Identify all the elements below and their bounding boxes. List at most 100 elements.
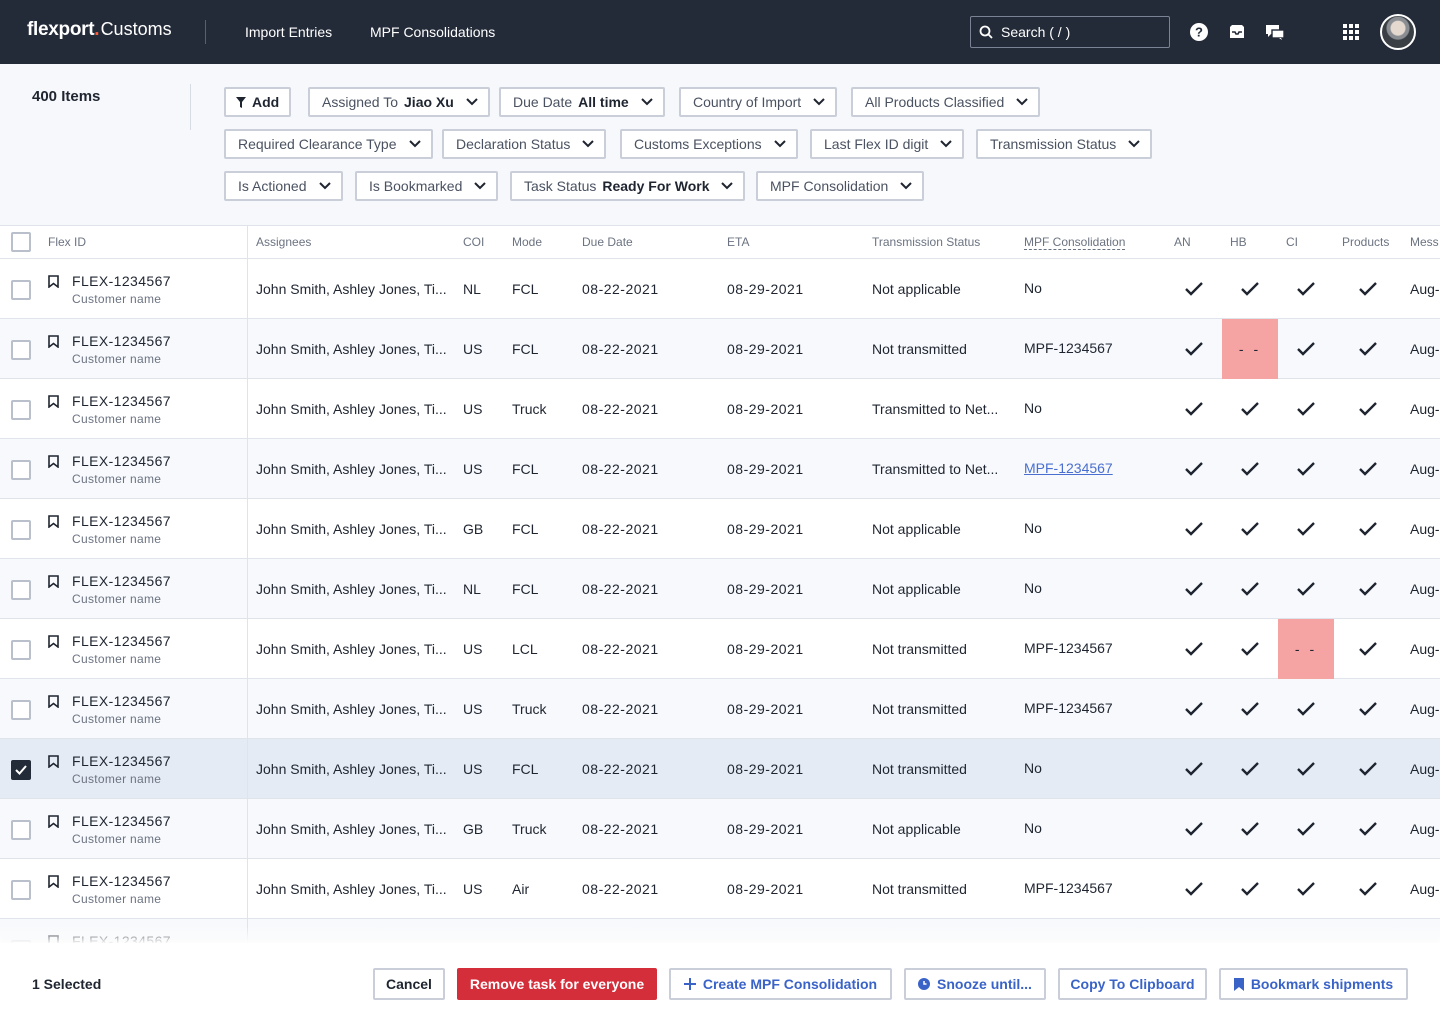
filter-chip-is-actioned[interactable]: Is Actioned (224, 171, 343, 201)
create-mpf-consolidation-button[interactable]: Create MPF Consolidation (669, 968, 892, 1000)
column-header-flex-id[interactable]: Flex ID (48, 235, 86, 249)
column-header-an[interactable]: AN (1174, 235, 1191, 249)
filter-chip-assigned-to[interactable]: Assigned To Jiao Xu (308, 87, 490, 117)
flex-id[interactable]: FLEX-1234567 (72, 813, 171, 829)
filter-chip-all-products-classified[interactable]: All Products Classified (851, 87, 1041, 117)
row-checkbox[interactable] (11, 520, 31, 540)
column-header-eta[interactable]: ETA (727, 235, 749, 249)
search-input[interactable]: Search ( / ) (970, 16, 1170, 48)
bookmark-toggle[interactable] (48, 395, 60, 409)
column-header-transmission-status[interactable]: Transmission Status (872, 235, 980, 249)
filter-chip-country-of-import[interactable]: Country of Import (679, 87, 838, 117)
row-checkbox[interactable] (11, 640, 31, 660)
copy-to-clipboard-button[interactable]: Copy To Clipboard (1058, 968, 1207, 1000)
filter-chip-last-flex-id-digit[interactable]: Last Flex ID digit (810, 129, 965, 159)
row-checkbox[interactable] (11, 880, 31, 900)
plus-icon (683, 978, 696, 990)
table-row[interactable]: FLEX-1234567 Customer name John Smith, Ash… (0, 799, 1440, 859)
flex-id[interactable]: FLEX-1234567 (72, 573, 171, 589)
nav-mpf-consolidations[interactable]: MPF Consolidations (370, 24, 495, 40)
help-icon[interactable]: ? (1189, 22, 1209, 42)
select-all-checkbox[interactable] (11, 232, 31, 252)
table-row[interactable]: FLEX-1234567 Customer name John Smith, Ash… (0, 679, 1440, 739)
table-row[interactable]: FLEX-1234567 Customer name John Smith, Ash… (0, 499, 1440, 559)
bookmark-toggle[interactable] (48, 575, 60, 589)
cancel-button[interactable]: Cancel (373, 968, 445, 1000)
bookmark-toggle[interactable] (48, 275, 60, 289)
column-header-assignees[interactable]: Assignees (256, 235, 311, 249)
column-header-ci[interactable]: CI (1286, 235, 1298, 249)
row-checkbox[interactable] (11, 340, 31, 360)
row-checkbox[interactable] (11, 580, 31, 600)
bookmark-toggle[interactable] (48, 815, 60, 829)
missing-document-cell[interactable]: - - (1278, 619, 1334, 679)
flex-id[interactable]: FLEX-1234567 (72, 453, 171, 469)
flex-id[interactable]: FLEX-1234567 (72, 693, 171, 709)
coi-cell: US (463, 461, 483, 477)
flex-id[interactable]: FLEX-1234567 (72, 333, 171, 349)
assignees-cell: John Smith, Ashley Jones, Ti... (256, 281, 447, 297)
bookmark-toggle[interactable] (48, 455, 60, 469)
filter-chip-required-clearance-type[interactable]: Required Clearance Type (224, 129, 433, 159)
snooze-button[interactable]: Snooze until... (904, 968, 1046, 1000)
column-header-mpf-consolidation[interactable]: MPF Consolidation (1024, 235, 1126, 250)
bookmark-toggle[interactable] (48, 515, 60, 529)
filter-chip-task-status[interactable]: Task Status Ready For Work (510, 171, 746, 201)
apps-grid-icon[interactable] (1341, 22, 1361, 42)
bookmark-icon (48, 335, 59, 349)
table-row[interactable]: FLEX-1234567 Customer name John Smith, Ash… (0, 319, 1440, 379)
flex-id[interactable]: FLEX-1234567 (72, 273, 171, 289)
filter-chip-transmission-status[interactable]: Transmission Status (976, 129, 1153, 159)
row-checkbox[interactable] (11, 280, 31, 300)
messages-icon[interactable] (1265, 22, 1285, 42)
bookmark-shipments-button[interactable]: Bookmark shipments (1219, 968, 1408, 1000)
flex-id[interactable]: FLEX-1234567 (72, 753, 171, 769)
missing-document-cell[interactable]: - - (1222, 319, 1278, 379)
filter-chip-label: Due Date (513, 94, 573, 110)
flex-id[interactable]: FLEX-1234567 (72, 513, 171, 529)
filter-chip-due-date[interactable]: Due Date All time (499, 87, 665, 117)
filter-chip-declaration-status[interactable]: Declaration Status (442, 129, 607, 159)
bookmark-toggle[interactable] (48, 695, 60, 709)
checkmark-icon (1241, 282, 1259, 296)
mpf-consolidation-cell: MPF-1234567 (1024, 880, 1113, 896)
table-row[interactable]: FLEX-1234567 Customer name John Smith, Ash… (0, 379, 1440, 439)
table-row[interactable]: FLEX-1234567 Customer name John Smith, Ash… (0, 259, 1440, 319)
column-header-messages[interactable]: Mess (1410, 235, 1439, 249)
table-row[interactable]: FLEX-1234567 Customer name John Smith, Ash… (0, 439, 1440, 499)
column-header-hb[interactable]: HB (1230, 235, 1247, 249)
assignees-cell: John Smith, Ashley Jones, Ti... (256, 761, 447, 777)
column-header-coi[interactable]: COI (463, 235, 484, 249)
table-row[interactable]: FLEX-1234567 Customer name John Smith, Ash… (0, 739, 1440, 799)
table-row[interactable]: FLEX-1234567 Customer name John Smith, Ash… (0, 559, 1440, 619)
bookmark-toggle[interactable] (48, 635, 60, 649)
mpf-consolidation-link[interactable]: MPF-1234567 (1024, 460, 1113, 476)
column-header-mode[interactable]: Mode (512, 235, 542, 249)
row-checkbox[interactable] (11, 820, 31, 840)
flex-id[interactable]: FLEX-1234567 (72, 393, 171, 409)
bookmark-toggle[interactable] (48, 755, 60, 769)
row-checkbox[interactable] (11, 700, 31, 720)
column-header-products[interactable]: Products (1342, 235, 1389, 249)
flex-id[interactable]: FLEX-1234567 (72, 633, 171, 649)
avatar[interactable] (1380, 14, 1416, 50)
add-filter-button[interactable]: Add (224, 87, 292, 117)
table-row[interactable]: FLEX-1234567 Customer name John Smith, Ash… (0, 859, 1440, 919)
bookmark-toggle[interactable] (48, 335, 60, 349)
brand-logo[interactable]: flexport. Customs (27, 19, 172, 45)
row-checkbox[interactable] (11, 400, 31, 420)
remove-task-button[interactable]: Remove task for everyone (457, 968, 657, 1000)
bookmark-toggle[interactable] (48, 875, 60, 889)
coi-cell: US (463, 401, 483, 417)
flex-id[interactable]: FLEX-1234567 (72, 873, 171, 889)
filter-chip-mpf-consolidation[interactable]: MPF Consolidation (756, 171, 925, 201)
inbox-icon[interactable] (1227, 22, 1247, 42)
filter-chip-customs-exceptions[interactable]: Customs Exceptions (620, 129, 798, 159)
row-checkbox[interactable] (11, 460, 31, 480)
nav-import-entries[interactable]: Import Entries (245, 24, 332, 40)
table-row[interactable]: FLEX-1234567 Customer name John Smith, Ash… (0, 619, 1440, 679)
eta-cell: 08-29-2021 (727, 401, 804, 417)
filter-chip-is-bookmarked[interactable]: Is Bookmarked (355, 171, 499, 201)
row-checkbox[interactable] (11, 760, 31, 780)
column-header-due-date[interactable]: Due Date (582, 235, 633, 249)
